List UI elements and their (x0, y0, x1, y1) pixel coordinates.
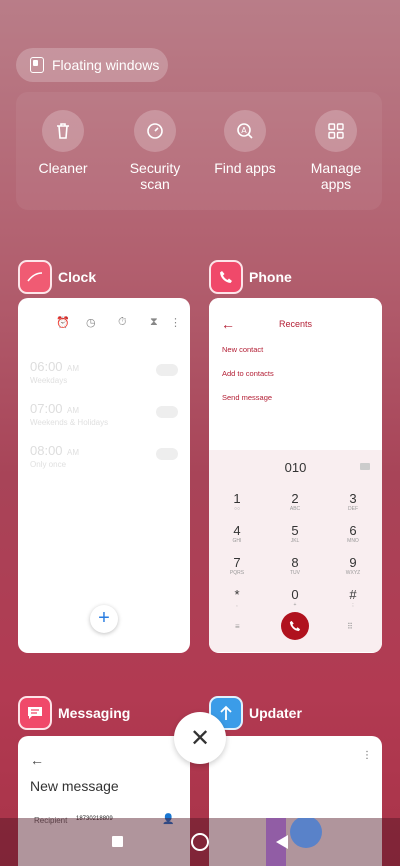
dial-key[interactable]: 4 GHI (217, 524, 257, 545)
security-scan-action[interactable]: Security scan (112, 110, 198, 192)
dial-number: 010 (284, 460, 307, 475)
dial-key[interactable]: 2 ABC (275, 492, 315, 513)
alarm-row[interactable]: 08:00 AM Only once (30, 442, 178, 472)
alarm-row[interactable]: 06:00 AM Weekdays (30, 358, 178, 388)
home-nav-icon[interactable] (191, 833, 209, 851)
add-alarm-button[interactable]: + (90, 605, 118, 633)
new-message-title: New message (30, 778, 119, 794)
cleaner-label: Cleaner (38, 160, 88, 176)
updater-app-name: Updater (249, 705, 302, 721)
svg-text:A: A (241, 126, 247, 135)
back-arrow-icon[interactable]: ← (30, 752, 44, 768)
dial-key[interactable]: 6 MNO (333, 524, 373, 545)
navigation-bar (0, 818, 400, 866)
phone-app-header[interactable]: Phone (209, 260, 292, 294)
alarm-row[interactable]: 07:00 AM Weekends & Holidays (30, 400, 178, 430)
recents-title: Recents (278, 319, 313, 329)
find-apps-label: Find apps (214, 160, 276, 176)
clock-app-icon (18, 260, 52, 294)
phone-app-icon (209, 260, 243, 294)
cleaner-action[interactable]: Cleaner (20, 110, 106, 176)
close-all-button[interactable]: ✕ (174, 712, 226, 764)
alarm-toggle[interactable] (156, 448, 178, 460)
floating-ball-icon[interactable] (266, 818, 326, 866)
clock-app-card[interactable]: ⏰ ◷ ⏱ ⧗ ⋮ 06:00 AM Weekdays 07:00 AM Wee… (18, 298, 190, 653)
messaging-app-header[interactable]: Messaging (18, 696, 130, 730)
clock-app-name: Clock (58, 269, 97, 285)
clock-app-header[interactable]: Clock (18, 260, 96, 294)
call-button[interactable] (281, 612, 309, 640)
find-apps-action[interactable]: A Find apps (202, 110, 288, 176)
stopwatch-tab-icon[interactable]: ⏱ (118, 316, 127, 329)
floating-window-icon (30, 57, 44, 73)
dial-key[interactable]: 5 JKL (275, 524, 315, 545)
trash-icon (42, 110, 84, 152)
security-icon (134, 110, 176, 152)
alarm-toggle[interactable] (156, 364, 178, 376)
find-apps-icon: A (224, 110, 266, 152)
timer-tab-icon[interactable]: ⧗ (150, 316, 158, 329)
dialpad: 010 1 ○○ 2 ABC 3 DEF 4 GHI 5 JKL 6 MNO 7 PQRS 8… (209, 450, 382, 652)
grid-icon (315, 110, 357, 152)
more-options-icon[interactable]: ⋮ (362, 750, 372, 761)
add-to-contacts-link[interactable]: Add to contacts (222, 369, 274, 378)
dial-key[interactable]: 3 DEF (333, 492, 373, 513)
floating-windows-label: Floating windows (52, 57, 160, 73)
security-scan-label: Security scan (129, 160, 181, 192)
more-options-icon[interactable]: ⋮ (170, 316, 181, 329)
back-nav-icon[interactable] (276, 835, 288, 849)
floating-windows-button[interactable]: Floating windows (16, 48, 168, 82)
delete-digit-icon[interactable] (360, 463, 370, 470)
phone-app-card[interactable]: ← Recents New contact Add to contacts Se… (209, 298, 382, 653)
messaging-app-icon (18, 696, 52, 730)
phone-icon (289, 620, 301, 632)
recents-nav-icon[interactable] (112, 836, 123, 847)
dial-key[interactable]: 1 ○○ (217, 492, 257, 513)
menu-icon[interactable]: ≡ (235, 622, 240, 631)
phone-app-name: Phone (249, 269, 292, 285)
manage-apps-action[interactable]: Manage apps (293, 110, 379, 192)
dialpad-toggle-icon[interactable]: ⠿ (347, 622, 353, 631)
quick-actions-panel: Cleaner Security scan A Find apps Manage… (16, 92, 382, 210)
dial-key[interactable]: 9 WXYZ (333, 556, 373, 577)
world-clock-tab-icon[interactable]: ◷ (86, 316, 96, 329)
send-message-link[interactable]: Send message (222, 393, 272, 402)
dial-key[interactable]: 0 + (275, 588, 315, 609)
close-icon: ✕ (189, 724, 211, 752)
alarm-toggle[interactable] (156, 406, 178, 418)
dial-key[interactable]: 7 PQRS (217, 556, 257, 577)
alarm-tab-icon[interactable]: ⏰ (56, 316, 70, 329)
manage-apps-label: Manage apps (310, 160, 362, 192)
messaging-app-name: Messaging (58, 705, 131, 721)
dial-key[interactable]: *, (217, 588, 257, 609)
dial-key[interactable]: 8 TUV (275, 556, 315, 577)
dial-key[interactable]: #; (333, 588, 373, 609)
new-contact-link[interactable]: New contact (222, 345, 263, 354)
